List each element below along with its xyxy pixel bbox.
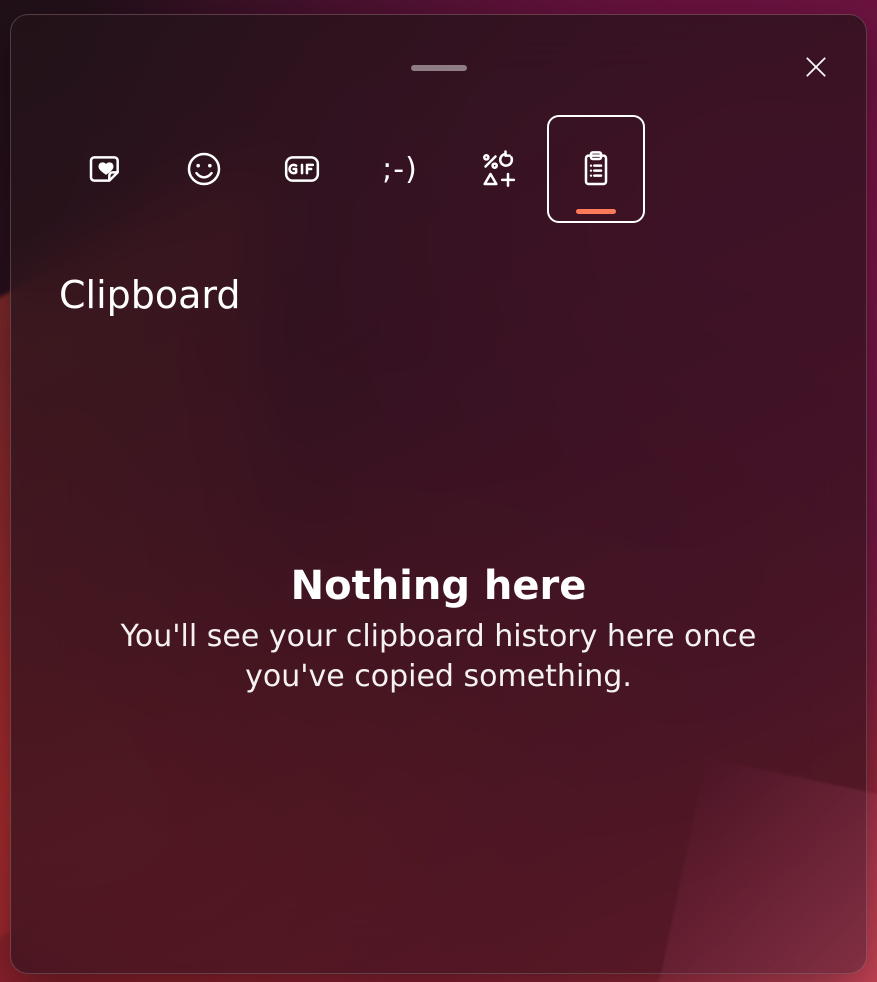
tab-gif[interactable] [253, 115, 351, 223]
kaomoji-icon: ;-) [382, 152, 418, 187]
empty-body: You'll see your clipboard history here o… [91, 617, 786, 696]
clipboard-icon [576, 149, 616, 189]
emoji-clipboard-panel: ;-) [10, 14, 867, 974]
tab-recent[interactable] [57, 115, 155, 223]
tab-clipboard[interactable] [547, 115, 645, 223]
section-title: Clipboard [59, 273, 241, 317]
close-button[interactable] [794, 45, 838, 89]
tab-kaomoji[interactable]: ;-) [351, 115, 449, 223]
drag-handle[interactable] [411, 65, 467, 71]
gif-icon [282, 149, 322, 189]
smiley-icon [184, 149, 224, 189]
tab-emoji[interactable] [155, 115, 253, 223]
empty-state: Nothing here You'll see your clipboard h… [11, 563, 866, 696]
sticker-heart-icon [86, 149, 126, 189]
empty-headline: Nothing here [91, 563, 786, 609]
close-icon [803, 54, 829, 80]
symbols-icon [478, 149, 518, 189]
category-tabs: ;-) [57, 115, 645, 223]
tab-symbols[interactable] [449, 115, 547, 223]
